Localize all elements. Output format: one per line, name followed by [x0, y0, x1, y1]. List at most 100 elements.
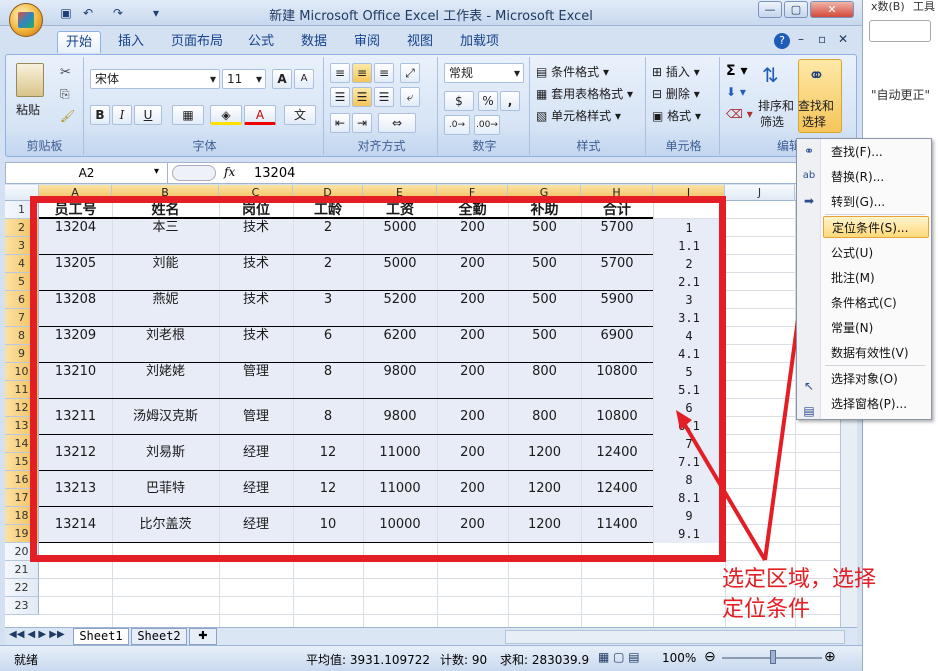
insert-cells-button[interactable]: ⊞ 插入 ▾ — [652, 63, 700, 80]
row-header-22[interactable]: 22 — [5, 579, 39, 597]
status-average: 平均值: 3931.109722 — [306, 653, 431, 667]
ribbon: 粘贴 ✂ ⎘ 🖌 剪贴板 宋体 ▾ 11 ▾ A A B I U ▦ ◈ A 文 字… — [5, 54, 857, 157]
format-as-table-button[interactable]: ▦ 套用表格格式 ▾ — [536, 85, 633, 102]
zoom-out-icon[interactable]: ⊖ — [704, 649, 716, 665]
increase-decimal-icon[interactable]: .0→ — [444, 115, 470, 135]
maximize-button[interactable]: ▢ — [784, 1, 808, 18]
menu-goto[interactable]: 转到(G)... — [823, 191, 929, 213]
menu-comments[interactable]: 批注(M) — [823, 267, 929, 289]
menu-conditional-formatting[interactable]: 条件格式(C) — [823, 292, 929, 314]
sort-filter-label-2[interactable]: 筛选 — [760, 113, 784, 130]
close-button[interactable]: ✕ — [810, 1, 854, 18]
font-name-select[interactable]: 宋体 ▾ — [90, 69, 220, 89]
column-header-J[interactable]: J — [725, 185, 795, 201]
fill-color-button[interactable]: ◈ — [210, 105, 242, 125]
decrease-decimal-icon[interactable]: .00→ — [474, 115, 500, 135]
sheet-tab-2[interactable]: Sheet2 — [131, 628, 187, 645]
office-button[interactable] — [9, 3, 43, 37]
selection-highlight-box — [30, 196, 726, 562]
new-sheet-icon[interactable]: ✚ — [189, 628, 217, 645]
bold-button[interactable]: B — [90, 105, 110, 125]
copy-icon[interactable]: ⎘ — [60, 87, 70, 102]
tab-insert[interactable]: 插入 — [110, 31, 152, 53]
menu-goto-special[interactable]: 定位条件(S)... — [823, 216, 929, 238]
menu-replace[interactable]: 替换(R)... — [823, 166, 929, 188]
zoom-level[interactable]: 100% — [662, 651, 696, 665]
percent-button[interactable]: % — [478, 91, 498, 111]
orientation-icon[interactable]: ⤢ — [400, 63, 420, 83]
cut-icon[interactable]: ✂ — [60, 65, 71, 80]
accounting-format-icon[interactable]: $ — [444, 91, 474, 111]
menu-selection-pane[interactable]: 选择窗格(P)... — [823, 393, 929, 415]
zoom-in-icon[interactable]: ⊕ — [824, 649, 836, 665]
format-painter-icon[interactable]: 🖌 — [60, 109, 75, 123]
menu-constants[interactable]: 常量(N) — [823, 317, 929, 339]
shrink-font-button[interactable]: A — [294, 69, 314, 89]
sort-filter-label[interactable]: 排序和 — [758, 97, 794, 114]
conditional-format-button[interactable]: ▤ 条件格式 ▾ — [536, 63, 609, 80]
tab-home[interactable]: 开始 — [57, 31, 102, 53]
view-mode-icons[interactable]: ▦ ▢ ▤ — [598, 650, 652, 666]
row-header-21[interactable]: 21 — [5, 561, 39, 579]
decrease-indent-icon[interactable]: ⇤ — [330, 113, 350, 133]
group-clipboard: 粘贴 ✂ ⎘ 🖌 剪贴板 — [6, 57, 84, 155]
align-bottom-icon[interactable]: ≡ — [374, 63, 394, 83]
ribbon-minimize-icon[interactable]: – — [798, 32, 804, 46]
font-size-select[interactable]: 11 ▾ — [222, 69, 266, 89]
cell-styles-button[interactable]: ▧ 单元格样式 ▾ — [536, 107, 621, 124]
align-top-icon[interactable]: ≡ — [330, 63, 350, 83]
italic-button[interactable]: I — [112, 105, 132, 125]
tab-page-layout[interactable]: 页面布局 — [163, 31, 231, 53]
sheet-nav-icons[interactable]: ◀◀ ◀ ▶ ▶▶ — [9, 629, 65, 640]
autosum-icon[interactable]: Σ ▾ — [726, 63, 747, 79]
fill-icon[interactable]: ⬇ ▾ — [726, 85, 746, 99]
cond-format-icon: ▤ — [536, 65, 548, 79]
delete-cells-button[interactable]: ⊟ 删除 ▾ — [652, 85, 700, 102]
zoom-slider-thumb[interactable] — [770, 650, 776, 664]
tab-addins[interactable]: 加载项 — [452, 31, 507, 53]
menu-formulas[interactable]: 公式(U) — [823, 242, 929, 264]
paste-icon[interactable] — [16, 63, 44, 97]
help-icon[interactable]: ? — [774, 33, 790, 49]
minimize-button[interactable]: — — [758, 1, 782, 18]
align-left-icon[interactable]: ☰ — [330, 87, 350, 107]
office-logo-icon — [18, 12, 34, 28]
align-right-icon[interactable]: ☰ — [374, 87, 394, 107]
group-number: 常规 ▾ $ % , .0→ .00→ 数字 — [440, 57, 530, 155]
menu-find[interactable]: 查找(F)... — [823, 141, 929, 163]
horizontal-scrollbar[interactable] — [505, 630, 845, 644]
borders-button[interactable]: ▦ — [172, 105, 204, 125]
format-cells-label: 格式 — [667, 109, 692, 123]
tab-data[interactable]: 数据 — [293, 31, 335, 53]
wrap-text-icon[interactable]: ⤶ — [400, 87, 420, 107]
underline-button[interactable]: U — [134, 105, 162, 125]
replace-icon: ab — [802, 170, 816, 181]
merge-center-icon[interactable]: ⇔ — [378, 113, 416, 133]
tab-view[interactable]: 视图 — [399, 31, 441, 53]
phonetic-button[interactable]: 文 — [284, 105, 316, 125]
font-color-button[interactable]: A — [244, 105, 276, 125]
align-middle-icon[interactable]: ≡ — [352, 63, 372, 83]
clear-icon[interactable]: ⌫ ▾ — [726, 107, 753, 121]
chevron-down-icon[interactable]: ▾ — [154, 166, 159, 177]
menu-select-objects[interactable]: 选择对象(O) — [823, 368, 929, 390]
sheet-tab-1[interactable]: Sheet1 — [73, 628, 129, 645]
increase-indent-icon[interactable]: ⇥ — [352, 113, 372, 133]
menu-data-validation[interactable]: 数据有效性(V) — [823, 342, 929, 364]
row-header-23[interactable]: 23 — [5, 597, 39, 615]
workbook-close-icon[interactable]: ✕ — [838, 32, 848, 46]
sort-filter-icon[interactable]: ⇅ — [762, 63, 779, 87]
ribbon-restore-icon[interactable]: ▫ — [818, 32, 826, 46]
number-format-select[interactable]: 常规 ▾ — [444, 63, 524, 83]
align-center-icon[interactable]: ☰ — [352, 87, 372, 107]
tab-formulas[interactable]: 公式 — [240, 31, 282, 53]
paste-button[interactable]: 粘贴 — [16, 101, 40, 118]
comma-button[interactable]: , — [500, 91, 520, 111]
format-cells-button[interactable]: ▣ 格式 ▾ — [652, 107, 701, 124]
table-format-icon: ▦ — [536, 87, 548, 101]
insert-function-icon[interactable]: fx — [224, 165, 235, 179]
name-box[interactable]: A2 — [6, 163, 168, 183]
grow-font-button[interactable]: A — [272, 69, 292, 89]
formula-input[interactable]: 13204 — [254, 166, 295, 181]
tab-review[interactable]: 审阅 — [346, 31, 388, 53]
